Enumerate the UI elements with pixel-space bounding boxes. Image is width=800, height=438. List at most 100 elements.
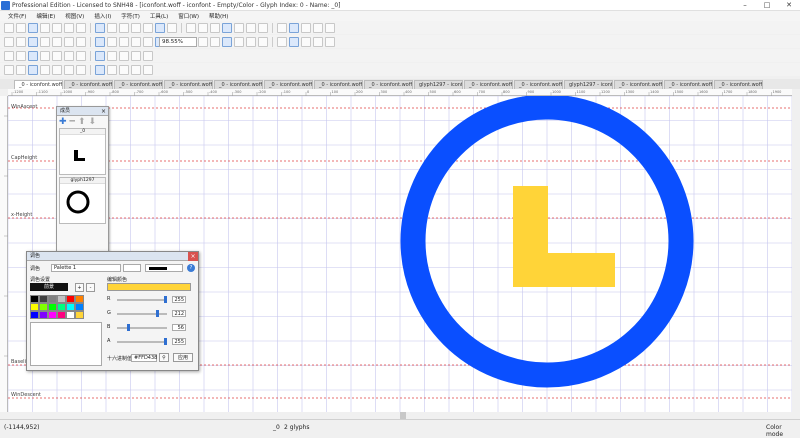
draw-tool-icon-2[interactable] bbox=[16, 36, 26, 47]
align-tool-icon-4[interactable] bbox=[40, 64, 50, 75]
draw-tool-icon-17[interactable] bbox=[210, 36, 220, 47]
color-swatch[interactable] bbox=[48, 295, 57, 303]
swatch-list[interactable] bbox=[30, 322, 102, 366]
draw-tool-icon-10[interactable] bbox=[119, 36, 129, 47]
draw-tool-icon-25[interactable] bbox=[313, 36, 323, 47]
hscroll-thumb[interactable] bbox=[400, 412, 406, 419]
align-tool-icon-7[interactable] bbox=[76, 64, 86, 75]
draw-tool-icon-6[interactable] bbox=[64, 36, 74, 47]
main-tool-icon-16[interactable] bbox=[198, 22, 208, 33]
draw-tool-icon-16[interactable] bbox=[198, 36, 208, 47]
draw-tool-icon-22[interactable] bbox=[277, 36, 287, 47]
main-tool-icon-3[interactable] bbox=[28, 22, 38, 33]
color-swatch[interactable] bbox=[66, 295, 75, 303]
color-swatch[interactable] bbox=[30, 303, 39, 311]
draw-tool-icon-19[interactable] bbox=[234, 36, 244, 47]
horizontal-scrollbar[interactable] bbox=[8, 412, 792, 419]
draw-tool-icon-21[interactable] bbox=[258, 36, 268, 47]
remove-icon[interactable]: ━ bbox=[70, 117, 75, 127]
eyedropper-button[interactable]: ⚲ bbox=[159, 353, 169, 362]
align-tool-icon-11[interactable] bbox=[131, 64, 141, 75]
document-tab[interactable]: _0 - iconfont.woff bbox=[614, 80, 663, 89]
channel-slider-thumb[interactable] bbox=[164, 296, 167, 303]
main-tool-icon-10[interactable] bbox=[119, 22, 129, 33]
add-icon[interactable]: ✚ bbox=[59, 117, 67, 127]
transform-tool-icon-1[interactable] bbox=[4, 50, 14, 61]
transform-tool-icon-6[interactable] bbox=[64, 50, 74, 61]
transform-tool-icon-12[interactable] bbox=[143, 50, 153, 61]
color-swatch[interactable] bbox=[30, 311, 39, 319]
close-button[interactable]: ✕ bbox=[778, 0, 800, 11]
align-tool-icon-3[interactable] bbox=[28, 64, 38, 75]
document-tab[interactable]: _0 - iconfont.woff bbox=[114, 80, 163, 89]
main-tool-icon-23[interactable] bbox=[289, 22, 299, 33]
main-tool-icon-7[interactable] bbox=[76, 22, 86, 33]
draw-tool-icon-7[interactable] bbox=[76, 36, 86, 47]
align-tool-icon-12[interactable] bbox=[143, 64, 153, 75]
main-tool-icon-20[interactable] bbox=[246, 22, 256, 33]
channel-value-input[interactable]: 56 bbox=[172, 324, 186, 331]
transform-tool-icon-5[interactable] bbox=[52, 50, 62, 61]
main-tool-icon-2[interactable] bbox=[16, 22, 26, 33]
palette-select[interactable]: Palette 1 bbox=[51, 264, 121, 272]
color-swatch[interactable] bbox=[75, 311, 84, 319]
draw-tool-icon-1[interactable] bbox=[4, 36, 14, 47]
draw-tool-icon-23[interactable] bbox=[289, 36, 299, 47]
arrow-down-icon[interactable]: ⬇ bbox=[89, 117, 97, 127]
align-tool-icon-9[interactable] bbox=[107, 64, 117, 75]
color-swatch[interactable] bbox=[39, 295, 48, 303]
close-icon[interactable]: × bbox=[188, 252, 198, 261]
main-tool-icon-11[interactable] bbox=[131, 22, 141, 33]
menu-glyph[interactable]: 字符(T) bbox=[116, 12, 145, 20]
align-tool-icon-10[interactable] bbox=[119, 64, 129, 75]
l-shape[interactable] bbox=[513, 186, 615, 287]
draw-tool-icon-20[interactable] bbox=[246, 36, 256, 47]
main-tool-icon-19[interactable] bbox=[234, 22, 244, 33]
remove-swatch-button[interactable]: - bbox=[86, 283, 95, 292]
color-swatch[interactable] bbox=[48, 311, 57, 319]
main-tool-icon-12[interactable] bbox=[143, 22, 153, 33]
help-icon[interactable]: ? bbox=[187, 264, 195, 272]
main-tool-icon-25[interactable] bbox=[313, 22, 323, 33]
document-tab[interactable]: _0 - iconfont.woff bbox=[214, 80, 263, 89]
channel-slider-track[interactable] bbox=[117, 313, 167, 315]
channel-value-input[interactable]: 255 bbox=[172, 296, 186, 303]
channel-value-input[interactable]: 255 bbox=[172, 338, 186, 345]
draw-tool-icon-18[interactable] bbox=[222, 36, 232, 47]
align-tool-icon-1[interactable] bbox=[4, 64, 14, 75]
draw-tool-icon-24[interactable] bbox=[301, 36, 311, 47]
menu-edit[interactable]: 编辑(E) bbox=[31, 12, 60, 20]
main-tool-icon-14[interactable] bbox=[167, 22, 177, 33]
document-tab[interactable]: _0 - iconfont.woff bbox=[314, 80, 363, 89]
transform-tool-icon-8[interactable] bbox=[95, 50, 105, 61]
minimize-button[interactable]: – bbox=[734, 0, 756, 11]
color-swatch[interactable] bbox=[57, 303, 66, 311]
draw-tool-icon-12[interactable] bbox=[143, 36, 153, 47]
main-tool-icon-17[interactable] bbox=[210, 22, 220, 33]
draw-tool-icon-26[interactable] bbox=[325, 36, 335, 47]
maximize-button[interactable]: □ bbox=[756, 0, 778, 11]
document-tab[interactable]: _0 - iconfont.woff bbox=[464, 80, 513, 89]
color-swatch[interactable] bbox=[57, 295, 66, 303]
transform-tool-icon-11[interactable] bbox=[131, 50, 141, 61]
glyph-cell[interactable]: glyph1297 bbox=[59, 177, 106, 224]
palette-options-button[interactable] bbox=[123, 264, 141, 272]
align-tool-icon-8[interactable] bbox=[95, 64, 105, 75]
main-tool-icon-5[interactable] bbox=[52, 22, 62, 33]
channel-value-input[interactable]: 212 bbox=[172, 310, 186, 317]
channel-slider-thumb[interactable] bbox=[156, 310, 160, 317]
menu-window[interactable]: 窗口(W) bbox=[173, 12, 204, 20]
document-tab[interactable]: _0 - iconfont.woff bbox=[664, 80, 713, 89]
main-tool-icon-15[interactable] bbox=[186, 22, 196, 33]
channel-slider-thumb[interactable] bbox=[127, 324, 131, 331]
draw-tool-icon-9[interactable] bbox=[107, 36, 117, 47]
color-swatch[interactable] bbox=[48, 303, 57, 311]
draw-tool-icon-4[interactable] bbox=[40, 36, 50, 47]
color-swatch[interactable] bbox=[75, 303, 84, 311]
transform-tool-icon-9[interactable] bbox=[107, 50, 117, 61]
menu-view[interactable]: 视图(V) bbox=[60, 12, 89, 20]
vertical-scrollbar[interactable] bbox=[792, 89, 800, 412]
menu-help[interactable]: 帮助(H) bbox=[204, 12, 233, 20]
align-tool-icon-5[interactable] bbox=[52, 64, 62, 75]
align-tool-icon-6[interactable] bbox=[64, 64, 74, 75]
